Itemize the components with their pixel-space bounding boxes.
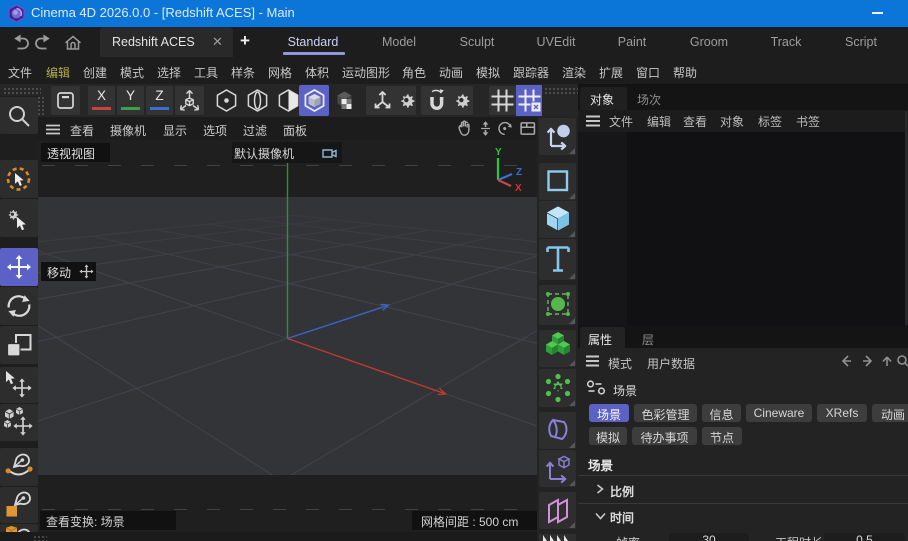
svg-text:Y: Y — [495, 147, 502, 158]
svg-text:X: X — [515, 183, 522, 194]
svg-text:Z: Z — [516, 167, 522, 178]
